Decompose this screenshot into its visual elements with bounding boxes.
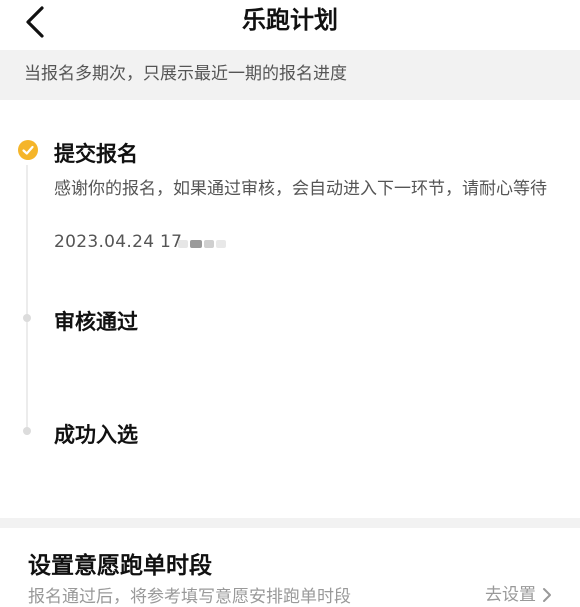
page-title: 乐跑计划 [242,6,338,34]
step-submit-title: 提交报名 [54,142,138,166]
step-submit-description: 感谢你的报名，如果通过审核，会自动进入下一环节，请耐心等待 [54,179,547,199]
chevron-right-icon [543,588,551,602]
step-submit-time: 2023.04.24 17 [54,232,183,252]
step-review-dot [23,314,31,322]
section-divider [0,518,580,528]
nav-header: 乐跑计划 [0,0,580,50]
step-selected-dot [23,427,31,435]
go-setting-label: 去设置 [485,585,536,605]
notice-banner: 当报名多期次，只展示最近一期的报名进度 [0,50,580,100]
setting-description: 报名通过后，将参考填写意愿安排跑单时段 [28,587,351,607]
step-review-title: 审核通过 [54,310,138,334]
time-preference-card: 设置意愿跑单时段 报名通过后，将参考填写意愿安排跑单时段 去设置 [0,528,580,607]
redacted-blur [178,236,228,252]
timeline-line [26,165,28,435]
go-setting-link[interactable]: 去设置 [485,580,552,605]
step-selected-title: 成功入选 [54,423,138,447]
setting-title: 设置意愿跑单时段 [28,553,212,579]
check-circle-icon [18,140,38,160]
